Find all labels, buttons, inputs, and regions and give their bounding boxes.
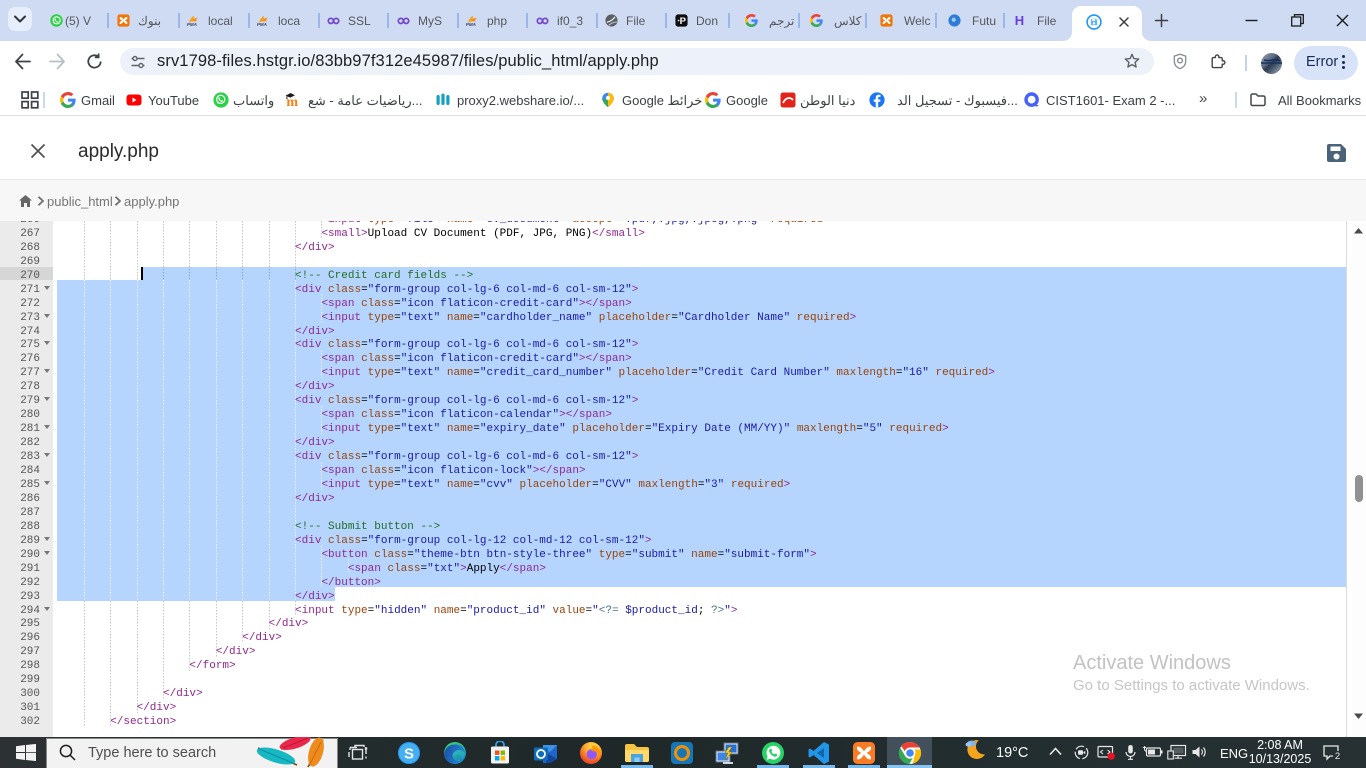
svg-text:PMA: PMA	[187, 22, 197, 27]
svg-text:P: P	[680, 16, 687, 27]
svg-text:S: S	[404, 746, 414, 763]
svg-text:m: m	[286, 95, 298, 108]
svg-text:PMA: PMA	[257, 22, 267, 27]
svg-text:PMA: PMA	[466, 22, 476, 27]
svg-text:2: 2	[1335, 751, 1340, 761]
svg-text:H: H	[1015, 14, 1024, 27]
